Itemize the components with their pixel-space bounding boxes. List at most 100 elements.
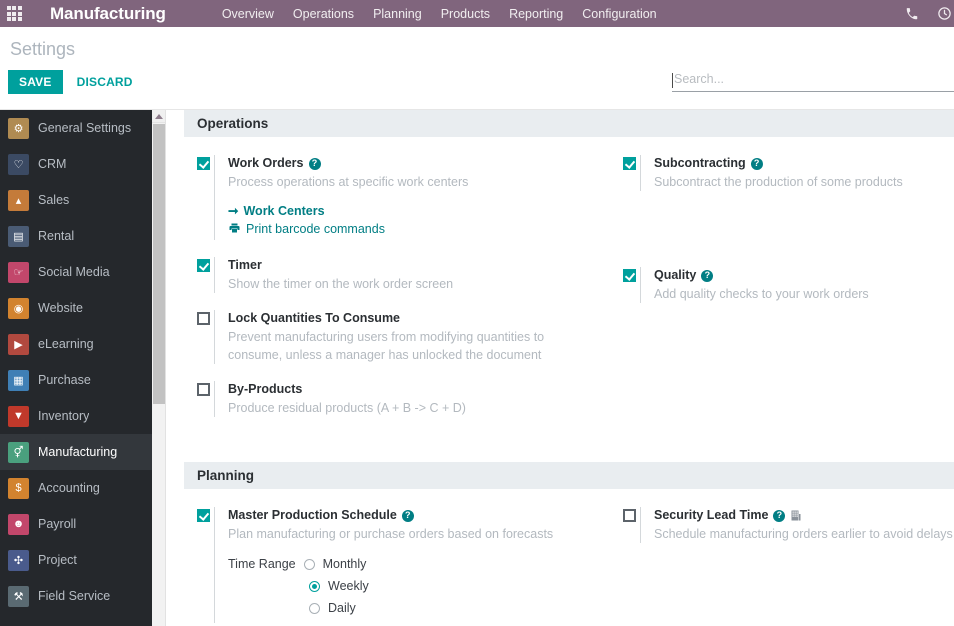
time-range-option-monthly[interactable]: Monthly [323,557,367,571]
menu-item-products[interactable]: Products [441,7,490,21]
menu-item-overview[interactable]: Overview [222,7,274,21]
quality-title-row: Quality ? [654,267,954,284]
field-service-icon: ⚒ [8,585,29,607]
crm-icon: ♡ [8,153,29,175]
timer-description: Show the timer on the work order screen [228,277,454,291]
by-products-checkbox-wrap [184,381,214,417]
globe-icon: ◉ [8,297,29,319]
security-lead-time-description: Schedule manufacturing orders earlier to… [654,527,953,541]
operations-right-column: Subcontracting ? Subcontract the product… [610,155,954,434]
sidebar-item-label: Social Media [38,265,110,279]
lock-quantities-checkbox[interactable] [197,312,210,325]
sidebar-item-label: Website [38,301,83,315]
security-lead-time-label: Security Lead Time [654,508,769,522]
discard-button[interactable]: DISCARD [71,70,139,94]
save-button[interactable]: SAVE [8,70,63,94]
settings-scrollbar[interactable] [152,110,166,626]
time-range-option-weekly[interactable]: Weekly [328,579,369,593]
help-icon[interactable]: ? [701,269,714,282]
link-work-centers[interactable]: ➞ Work Centers [228,203,610,219]
clock-icon[interactable] [937,6,952,21]
link-work-centers-label: Work Centers [243,203,325,218]
sidebar-item-project[interactable]: ✣ Project [0,542,152,578]
mps-description: Plan manufacturing or purchase orders ba… [228,527,554,541]
apps-grid-icon[interactable] [0,0,28,27]
subcontracting-label: Subcontracting [654,156,746,170]
setting-lock-quantities: Lock Quantities To Consume Prevent manuf… [184,310,610,364]
sidebar-item-label: Purchase [38,373,91,387]
planning-right-column: Security Lead Time ? Schedule manufactur… [610,507,954,626]
sidebar-item-field-service[interactable]: ⚒ Field Service [0,578,152,614]
lock-quantities-body: Lock Quantities To Consume Prevent manuf… [214,310,610,364]
setting-security-lead-time: Security Lead Time ? Schedule manufactur… [610,507,954,543]
project-puzzle-icon: ✣ [8,549,29,571]
rental-icon: ▤ [8,225,29,247]
scroll-up-arrow-icon[interactable] [152,110,165,123]
menu-item-reporting[interactable]: Reporting [509,7,563,21]
sidebar-item-inventory[interactable]: ▼ Inventory [0,398,152,434]
subcontracting-title-row: Subcontracting ? [654,155,954,172]
elearning-icon: ▶ [8,333,29,355]
mps-checkbox-wrap [184,507,214,623]
mps-title-row: Master Production Schedule ? [228,507,610,524]
sidebar-item-general-settings[interactable]: ⚙ General Settings [0,110,152,146]
time-range-radio-daily[interactable] [309,602,320,614]
security-lead-time-checkbox-wrap [610,507,640,543]
body-wrapper: ⚙ General Settings ♡ CRM ▴ Sales ▤ Renta… [0,110,954,626]
settings-sidebar[interactable]: ⚙ General Settings ♡ CRM ▴ Sales ▤ Renta… [0,110,152,626]
help-icon[interactable]: ? [308,157,321,170]
by-products-description: Produce residual products (A + B -> C + … [228,401,466,415]
quality-checkbox[interactable] [623,269,636,282]
help-icon[interactable]: ? [750,157,763,170]
sidebar-item-sales[interactable]: ▴ Sales [0,182,152,218]
menu-item-operations[interactable]: Operations [293,7,354,21]
navbar-right-icons [905,0,954,27]
master-production-schedule-checkbox[interactable] [197,509,210,522]
search-bar[interactable] [672,70,954,92]
thumbs-up-icon: ☞ [8,261,29,283]
sidebar-item-accounting[interactable]: $ Accounting [0,470,152,506]
planning-settings-grid: Master Production Schedule ? Plan manufa… [184,489,954,626]
sidebar-item-elearning[interactable]: ▶ eLearning [0,326,152,362]
link-print-barcode-label: Print barcode commands [246,222,385,236]
gear-icon: ⚙ [8,117,29,139]
work-orders-title-row: Work Orders ? [228,155,610,172]
sidebar-item-website[interactable]: ◉ Website [0,290,152,326]
security-lead-time-checkbox[interactable] [623,509,636,522]
sidebar-item-manufacturing[interactable]: ⚥ Manufacturing [0,434,152,470]
search-input[interactable] [674,70,954,91]
timer-body: Timer Show the timer on the work order s… [214,257,610,293]
time-range-row-daily: Daily [228,601,610,615]
quality-label: Quality [654,268,697,282]
sidebar-item-rental[interactable]: ▤ Rental [0,218,152,254]
sidebar-item-label: Field Service [38,589,111,603]
sidebar-item-crm[interactable]: ♡ CRM [0,146,152,182]
link-print-barcode-commands[interactable]: Print barcode commands [228,222,610,236]
sales-chart-icon: ▴ [8,189,29,211]
work-orders-checkbox[interactable] [197,157,210,170]
timer-checkbox[interactable] [197,259,210,272]
sidebar-item-payroll[interactable]: ☻ Payroll [0,506,152,542]
app-brand-title: Manufacturing [50,3,166,23]
subcontracting-description: Subcontract the production of some produ… [654,175,903,189]
menu-item-planning[interactable]: Planning [373,7,422,21]
subcontracting-checkbox[interactable] [623,157,636,170]
by-products-checkbox[interactable] [197,383,210,396]
scrollbar-thumb[interactable] [153,124,165,404]
time-range-radio-weekly[interactable] [309,580,320,592]
section-header-operations: Operations [184,110,954,137]
sidebar-item-purchase[interactable]: ▦ Purchase [0,362,152,398]
page-title: Settings [10,39,76,59]
arrow-right-icon: ➞ [228,204,239,218]
help-icon[interactable]: ? [401,509,414,522]
time-range-row-monthly: Time Range Monthly [228,557,610,571]
menu-item-configuration[interactable]: Configuration [582,7,656,21]
time-range-radio-monthly[interactable] [303,558,315,570]
phone-icon[interactable] [905,7,919,21]
sidebar-item-social-media[interactable]: ☞ Social Media [0,254,152,290]
sidebar-item-label: Sales [38,193,70,207]
time-range-group: Time Range Monthly Weekly Daily [228,557,610,615]
time-range-option-daily[interactable]: Daily [328,601,356,615]
accounting-dollar-icon: $ [8,477,29,499]
help-icon[interactable]: ? [773,509,786,522]
